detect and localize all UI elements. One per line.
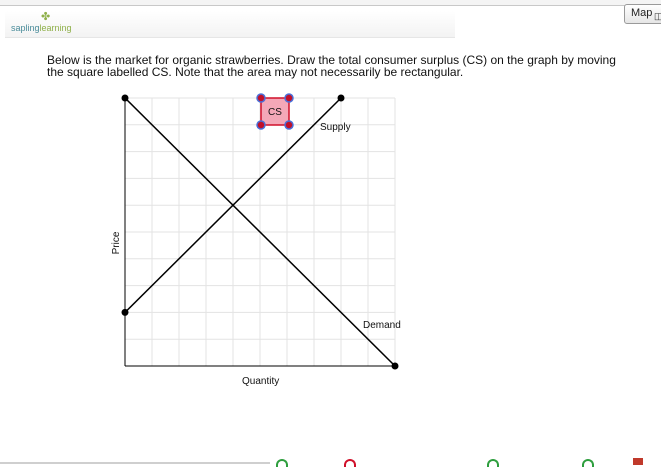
cs-shape[interactable]: CS xyxy=(256,93,294,130)
toolbar-icon-1[interactable] xyxy=(276,459,288,467)
demand-endpoint-end[interactable] xyxy=(391,362,399,370)
supply-label: Supply xyxy=(320,122,351,133)
cs-handle-bottom-right[interactable] xyxy=(284,120,294,130)
demand-label: Demand xyxy=(363,320,401,331)
cs-handle-bottom-left[interactable] xyxy=(256,120,266,130)
bottom-divider xyxy=(0,462,270,464)
market-graph: Supply Demand Quantity Price CS xyxy=(111,93,401,387)
cs-handle-top-left[interactable] xyxy=(256,93,266,103)
cs-label: CS xyxy=(268,107,282,118)
x-axis-label: Quantity xyxy=(242,376,279,387)
demand-endpoint-start[interactable] xyxy=(121,94,129,102)
y-axis-label: Price xyxy=(111,231,122,254)
bottom-toolbar xyxy=(0,458,661,465)
supply-endpoint-start[interactable] xyxy=(121,308,129,316)
supply-endpoint-end[interactable] xyxy=(337,94,345,102)
toolbar-icon-4[interactable] xyxy=(582,459,594,467)
close-icon[interactable] xyxy=(633,458,643,465)
toolbar-icon-3[interactable] xyxy=(487,459,499,467)
toolbar-icon-2[interactable] xyxy=(344,459,356,467)
cs-handle-top-right[interactable] xyxy=(284,93,294,103)
